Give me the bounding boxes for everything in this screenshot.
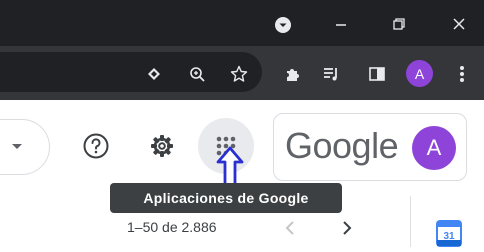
account-avatar[interactable]: A: [412, 126, 456, 170]
side-panel-divider: [410, 196, 411, 247]
zoom-icon[interactable]: [186, 63, 208, 85]
apps-tooltip: Aplicaciones de Google: [110, 183, 342, 213]
media-icon[interactable]: [320, 63, 342, 85]
calendar-icon[interactable]: 31: [436, 220, 462, 247]
cast-icon[interactable]: [144, 64, 164, 84]
search-options-chevron-icon[interactable]: [8, 138, 26, 156]
profile-menu-icon[interactable]: [272, 14, 294, 36]
gear-icon[interactable]: [146, 130, 178, 162]
google-logo: Google: [285, 125, 399, 166]
next-page-icon[interactable]: [338, 218, 356, 238]
profile-avatar-small[interactable]: A: [406, 60, 433, 87]
puzzle-icon[interactable]: [282, 63, 304, 85]
pagination-range: 1–50 de 2.886: [127, 219, 217, 235]
close-icon[interactable]: [448, 13, 470, 35]
kebab-icon[interactable]: [452, 63, 472, 85]
minimize-icon[interactable]: [330, 14, 352, 36]
sidepanel-icon[interactable]: [366, 63, 388, 85]
restore-icon[interactable]: [388, 13, 410, 35]
address-bar[interactable]: [0, 52, 262, 92]
star-icon[interactable]: [228, 63, 250, 85]
calendar-day: 31: [443, 231, 455, 242]
help-icon[interactable]: [80, 130, 112, 162]
window-titlebar: [0, 0, 484, 46]
previous-page-icon[interactable]: [281, 218, 299, 238]
